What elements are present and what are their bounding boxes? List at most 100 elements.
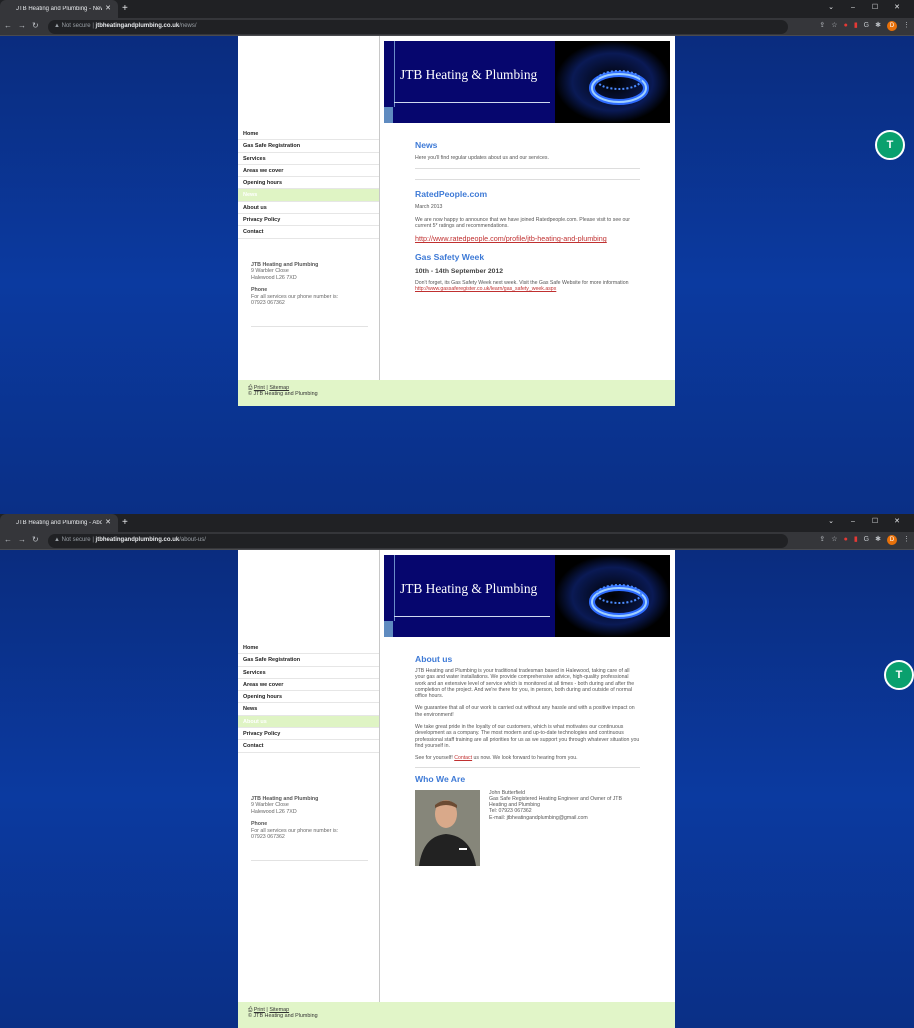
menu-kebab-icon[interactable]: ⋮	[903, 21, 910, 29]
gas-safety-heading: Gas Safety Week	[415, 252, 485, 263]
main-content: About us JTB Heating and Plumbing is you…	[415, 654, 640, 870]
profile-avatar[interactable]: D	[887, 535, 897, 545]
new-tab-icon[interactable]: +	[122, 517, 128, 528]
browser-tab[interactable]: JTB Heating and Plumbing - New ✕	[0, 0, 118, 18]
close-window-icon[interactable]: ✕	[886, 517, 908, 525]
gas-safety-link[interactable]: http://www.gassaferegister.co.uk/learn/g…	[415, 286, 640, 292]
person-role: Gas Safe Registered Heating Engineer and…	[489, 795, 622, 809]
menu-item-gas-safe[interactable]: Gas Safe Registration	[238, 140, 379, 153]
address-line-2: Halewood L26 7XD	[251, 274, 297, 281]
extension-red-icon[interactable]: ●	[844, 22, 848, 29]
header-banner: JTB Heating & Plumbing	[384, 555, 670, 637]
menu-item-gas-safe[interactable]: Gas Safe Registration	[238, 654, 379, 667]
reload-icon[interactable]: ↻	[32, 535, 39, 544]
chevron-down-icon[interactable]: ⌄	[820, 3, 842, 11]
menu-item-home[interactable]: Home	[238, 642, 379, 655]
menu-item-contact[interactable]: Contact	[238, 226, 379, 239]
extension-red-icon[interactable]: ●	[844, 536, 848, 543]
forward-icon[interactable]: →	[18, 535, 26, 544]
minimize-icon[interactable]: –	[842, 4, 864, 11]
menu-item-areas[interactable]: Areas we cover	[238, 679, 379, 692]
maximize-icon[interactable]: ☐	[864, 517, 886, 525]
contact-block: JTB Heating and Plumbing 9 Warbler Close…	[251, 796, 338, 840]
chevron-down-icon[interactable]: ⌄	[820, 517, 842, 525]
back-icon[interactable]: ←	[4, 535, 12, 544]
menu-item-news[interactable]: News	[238, 703, 379, 716]
company-name: JTB Heating and Plumbing	[251, 796, 319, 802]
star-icon[interactable]: ☆	[831, 535, 837, 543]
phone-text: For all services our phone number is:	[251, 293, 339, 300]
address-toolbar: ← → ↻ ▲ Not secure | jtbheatingandplumbi…	[0, 18, 914, 36]
header-banner: JTB Heating & Plumbing	[384, 41, 670, 123]
menu-item-about[interactable]: About us	[238, 715, 379, 729]
address-line-1: 9 Warbler Close	[251, 802, 289, 809]
maximize-icon[interactable]: ☐	[864, 3, 886, 11]
page-footer: ⎙ Print | Sitemap © JTB Heating and Plum…	[238, 380, 675, 406]
puzzle-icon[interactable]: ✱	[875, 535, 881, 543]
star-icon[interactable]: ☆	[831, 21, 837, 29]
security-status: Not secure	[61, 23, 91, 29]
minimize-icon[interactable]: –	[842, 518, 864, 525]
menu-item-opening-hours[interactable]: Opening hours	[238, 177, 379, 190]
tab-title: JTB Heating and Plumbing - New	[16, 6, 102, 12]
url-path: /about-us/	[179, 537, 206, 543]
side-menu: Home Gas Safe Registration Services Area…	[238, 128, 379, 239]
menu-item-contact[interactable]: Contact	[238, 740, 379, 753]
extension-book-icon[interactable]: ▮	[854, 21, 858, 29]
menu-item-opening-hours[interactable]: Opening hours	[238, 691, 379, 704]
phone-text: For all services our phone number is:	[251, 827, 339, 834]
contact-link[interactable]: Contact	[454, 755, 472, 761]
url-bar[interactable]: ▲ Not secure | jtbheatingandplumbing.co.…	[48, 534, 788, 548]
about-paragraph-2: We guarantee that all of our work is car…	[415, 705, 635, 718]
tab-bar: JTB Heating and Plumbing - Abo ✕ + ⌄ – ☐ ✕	[0, 514, 914, 532]
menu-kebab-icon[interactable]: ⋮	[903, 535, 910, 543]
banner-title: JTB Heating & Plumbing	[400, 67, 538, 82]
close-window-icon[interactable]: ✕	[886, 3, 908, 11]
url-bar[interactable]: ▲ Not secure | jtbheatingandplumbing.co.…	[48, 20, 788, 34]
extension-g-icon[interactable]: G	[864, 536, 869, 543]
menu-item-about[interactable]: About us	[238, 202, 379, 215]
back-icon[interactable]: ←	[4, 21, 12, 30]
extension-g-icon[interactable]: G	[864, 22, 869, 29]
person-details: John Butterfield Gas Safe Registered Hea…	[489, 790, 639, 821]
address-line-2: Halewood L26 7XD	[251, 808, 297, 815]
close-tab-icon[interactable]: ✕	[105, 4, 111, 12]
close-tab-icon[interactable]: ✕	[105, 518, 111, 526]
reload-icon[interactable]: ↻	[32, 21, 39, 30]
tab-title: JTB Heating and Plumbing - Abo	[16, 520, 102, 526]
extension-book-icon[interactable]: ▮	[854, 535, 858, 543]
share-icon[interactable]: ⇪	[819, 535, 825, 543]
menu-item-services[interactable]: Services	[238, 667, 379, 679]
floating-t-button[interactable]: T	[875, 130, 905, 160]
menu-item-areas[interactable]: Areas we cover	[238, 165, 379, 178]
forward-icon[interactable]: →	[18, 21, 26, 30]
share-icon[interactable]: ⇪	[819, 21, 825, 29]
contact-block: JTB Heating and Plumbing 9 Warbler Close…	[251, 262, 338, 306]
puzzle-icon[interactable]: ✱	[875, 21, 881, 29]
menu-item-news[interactable]: News	[238, 189, 379, 202]
floating-t-button[interactable]: T	[884, 660, 914, 690]
menu-item-privacy[interactable]: Privacy Policy	[238, 728, 379, 741]
gas-flame-image	[555, 555, 670, 637]
banner-title: JTB Heating & Plumbing	[400, 581, 538, 596]
menu-item-home[interactable]: Home	[238, 128, 379, 141]
footer-copyright: © JTB Heating and Plumbing	[248, 1013, 318, 1020]
window-controls: ⌄ – ☐ ✕	[820, 517, 908, 525]
extensions-area: ⇪ ☆ ● ▮ G ✱ D ⋮	[813, 535, 910, 545]
new-tab-icon[interactable]: +	[122, 3, 128, 14]
menu-item-services[interactable]: Services	[238, 153, 379, 165]
ratedpeople-text: We are now happy to announce that we hav…	[415, 216, 631, 229]
menu-item-privacy[interactable]: Privacy Policy	[238, 214, 379, 227]
url-path: /news/	[179, 23, 197, 29]
browser-tab[interactable]: JTB Heating and Plumbing - Abo ✕	[0, 514, 118, 532]
about-paragraph-1: JTB Heating and Plumbing is your traditi…	[415, 668, 635, 700]
website-page: Home Gas Safe Registration Services Area…	[238, 550, 675, 1028]
security-status: Not secure	[61, 537, 91, 543]
john-butterfield-photo	[415, 789, 480, 866]
profile-avatar[interactable]: D	[887, 21, 897, 31]
phone-number: 07923 067362	[251, 300, 285, 307]
ratedpeople-link[interactable]: http://www.ratedpeople.com/profile/jtb-h…	[415, 234, 640, 243]
sidebar-divider	[251, 326, 368, 327]
url-domain: jtbheatingandplumbing.co.uk	[95, 23, 180, 29]
left-column: Home Gas Safe Registration Services Area…	[238, 550, 380, 1002]
